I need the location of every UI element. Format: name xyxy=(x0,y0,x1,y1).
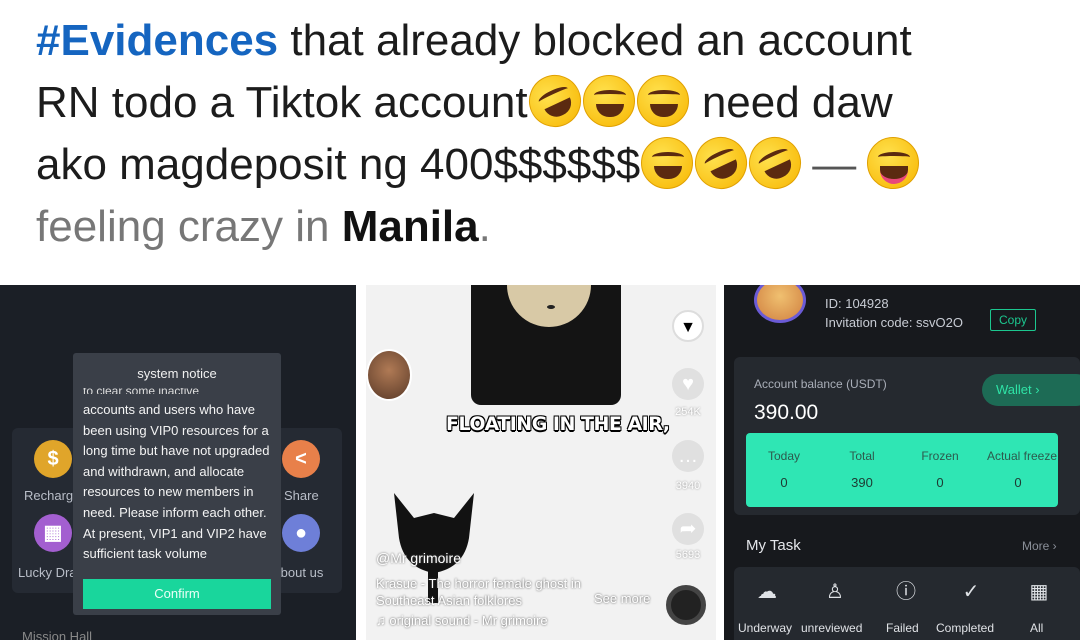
recharge-label[interactable]: Recharge xyxy=(24,488,80,503)
dash: — xyxy=(812,140,857,189)
rofl-emoji-icon xyxy=(740,128,810,198)
sound-label[interactable]: ♫ original sound - Mr grimoire xyxy=(376,613,548,628)
task-completed[interactable]: Completed xyxy=(936,621,994,635)
joy-emoji-icon xyxy=(636,75,689,127)
share-icon[interactable]: < xyxy=(282,440,320,478)
task-card: ☁ ♙ ⓘ ✓ ▦ Underway unreviewed Failed Com… xyxy=(734,567,1080,640)
hashtag-link[interactable]: #Evidences xyxy=(36,16,278,65)
stat-today-value: 0 xyxy=(780,475,788,490)
stat-total-label: Total xyxy=(849,449,875,463)
screenshot-account-balance[interactable]: ID: 104928 Invitation code: ssvO2O Copy … xyxy=(724,285,1080,640)
more-link[interactable]: More › xyxy=(1022,539,1057,553)
upload-cloud-icon[interactable]: ☁ xyxy=(754,579,780,605)
feeling-text: feeling crazy in xyxy=(36,202,342,251)
check-circle-icon[interactable]: ✓ xyxy=(958,579,984,605)
task-failed[interactable]: Failed xyxy=(886,621,919,635)
post-text: #Evidences that already blocked an accou… xyxy=(36,10,1056,258)
balance-value: 390.00 xyxy=(754,401,819,424)
rofl-emoji-icon xyxy=(686,128,756,198)
stat-frozen-label: Frozen xyxy=(921,449,959,463)
my-task-title: My Task xyxy=(746,537,801,554)
video-caption: Krasue - The horror female ghost in Sout… xyxy=(376,576,581,608)
joy-emoji-icon xyxy=(582,75,635,127)
comments-count: 3940 xyxy=(675,480,701,492)
mission-hall-label: Mission Hall xyxy=(22,629,93,640)
period: . xyxy=(478,202,491,251)
dollar-icon[interactable]: $ xyxy=(34,440,72,478)
rofl-emoji-icon xyxy=(520,66,590,136)
sound-disc-icon[interactable] xyxy=(666,585,706,625)
profile-follow-icon[interactable]: ▼ xyxy=(672,310,704,342)
alert-icon[interactable]: ⓘ xyxy=(893,579,919,605)
invitation-code: Invitation code: ssvO2O xyxy=(825,315,964,330)
post-line3: ako magdeposit ng 400$$$$$$ xyxy=(36,140,641,189)
post-line2a: RN todo a Tiktok account xyxy=(36,78,528,127)
stat-frozen-value: 0 xyxy=(936,475,944,490)
balance-card: Account balance (USDT) 390.00 Wallet › T… xyxy=(734,357,1080,515)
grid-icon[interactable]: ▦ xyxy=(1026,579,1052,605)
screenshot-tiktok-video[interactable]: FLOATING IN THE AIR, ▼ ♥ 254K … 3940 ➦ 5… xyxy=(366,285,716,640)
comment-icon[interactable]: … xyxy=(672,440,704,472)
screenshot-system-notice[interactable]: $ < ▦ ● Recharge Share Lucky Draw About … xyxy=(0,285,356,640)
notice-body: accounts and users who have been using V… xyxy=(83,402,270,562)
post-line1: that already blocked an account xyxy=(278,16,912,65)
video-overlay-text: FLOATING IN THE AIR, xyxy=(446,413,670,435)
likes-count: 254K xyxy=(675,406,701,418)
wallet-button[interactable]: Wallet › xyxy=(982,374,1080,406)
stats-panel: Today Total Frozen Actual freeze 0 390 0… xyxy=(746,433,1058,507)
post-line2b: need daw xyxy=(689,78,893,127)
task-underway[interactable]: Underway xyxy=(738,621,792,635)
place-link[interactable]: Manila xyxy=(342,202,479,251)
stat-actual-freeze-label: Actual freeze xyxy=(986,449,1058,463)
confirm-button[interactable]: Confirm xyxy=(83,579,271,609)
stat-today-label: Today xyxy=(767,449,801,463)
see-more-link[interactable]: See more xyxy=(594,591,650,606)
people-icon[interactable]: ● xyxy=(282,514,320,552)
stat-actual-freeze-value: 0 xyxy=(1014,475,1022,490)
heart-icon[interactable]: ♥ xyxy=(672,368,704,400)
copy-button[interactable]: Copy xyxy=(990,309,1036,331)
notice-title: system notice xyxy=(137,366,217,381)
share-label[interactable]: Share xyxy=(284,488,319,503)
zany-emoji-icon xyxy=(867,137,920,189)
system-notice-dialog: system notice to clear some inactive acc… xyxy=(73,353,281,615)
joy-emoji-icon xyxy=(641,137,694,189)
user-avatar xyxy=(754,285,806,323)
task-all[interactable]: All xyxy=(1030,621,1043,635)
task-unreviewed[interactable]: unreviewed xyxy=(801,621,862,635)
video-username[interactable]: @Mr grimoire xyxy=(376,550,461,566)
gift-icon[interactable]: ▦ xyxy=(34,514,72,552)
shares-count: 5693 xyxy=(675,549,701,561)
user-id: ID: 104928 xyxy=(825,296,889,311)
stat-total-value: 390 xyxy=(851,475,873,490)
notice-cut-text: to clear some inactive xyxy=(83,388,223,394)
user-icon[interactable]: ♙ xyxy=(822,579,848,605)
share-arrow-icon[interactable]: ➦ xyxy=(672,513,704,545)
balance-label: Account balance (USDT) xyxy=(754,377,887,391)
creator-avatar[interactable] xyxy=(366,349,412,401)
